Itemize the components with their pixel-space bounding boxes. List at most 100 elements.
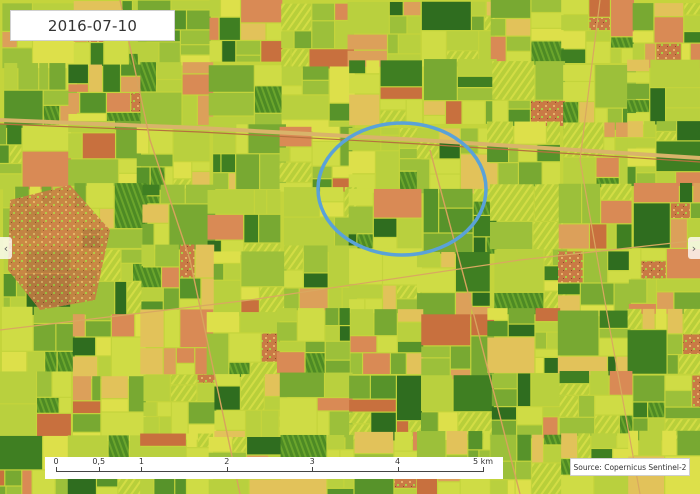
field-parcel [247, 437, 282, 455]
field-parcel [304, 273, 328, 288]
field-parcel [517, 434, 531, 461]
field-parcel [627, 121, 643, 138]
field-parcel [354, 431, 394, 454]
field-parcel [37, 397, 59, 413]
field-parcel [532, 434, 543, 463]
field-parcel [516, 461, 531, 480]
field-parcel [279, 398, 317, 438]
field-parcel [370, 375, 396, 399]
scale-bar: 0 0,5 1 2 3 4 5 km [45, 457, 503, 479]
field-parcel [468, 431, 483, 450]
field-parcel [213, 173, 228, 190]
field-parcel [641, 249, 666, 261]
field-parcel [655, 308, 667, 329]
field-parcel [632, 3, 654, 31]
field-parcel [129, 376, 146, 412]
field-parcel [0, 435, 43, 470]
field-parcel [453, 375, 494, 412]
field-parcel [261, 333, 280, 362]
field-parcel [22, 124, 72, 151]
field-parcel [424, 101, 445, 115]
map-viewer[interactable]: 2016-07-10 ‹ › 0 0,5 1 2 3 4 5 km Source… [0, 0, 700, 494]
field-parcel [6, 486, 22, 494]
field-parcel [517, 373, 531, 407]
field-parcel [328, 287, 342, 311]
field-parcel [457, 59, 497, 76]
field-parcel [281, 86, 302, 95]
field-parcel [421, 375, 453, 412]
field-parcel [182, 74, 214, 95]
field-parcel [192, 162, 210, 171]
next-image-arrow-icon[interactable]: › [688, 237, 700, 259]
scale-tick [56, 467, 57, 472]
field-parcel [561, 0, 589, 14]
field-parcel [349, 94, 380, 126]
field-parcel [197, 374, 217, 383]
field-parcel [492, 61, 535, 100]
field-parcel [309, 49, 354, 69]
field-parcel [450, 346, 471, 369]
field-parcel [561, 433, 578, 458]
field-parcel [366, 60, 380, 74]
field-parcel [533, 221, 563, 250]
field-parcel [544, 357, 561, 373]
field-parcel [276, 352, 305, 373]
field-parcel [241, 0, 283, 23]
field-parcel [684, 3, 700, 15]
field-parcel [519, 162, 542, 187]
field-parcel [494, 249, 544, 292]
field-parcel [586, 31, 610, 41]
scale-label-5-km: 5 km [472, 457, 494, 466]
field-parcel [160, 184, 185, 204]
field-parcel [59, 397, 71, 413]
scale-tick [312, 467, 314, 472]
field-parcel [498, 163, 518, 187]
scale-label-2: 2 [224, 457, 230, 466]
field-parcel [377, 336, 397, 353]
previous-image-arrow-icon[interactable]: ‹ [0, 237, 12, 259]
field-parcel [542, 162, 560, 187]
field-parcel [213, 264, 224, 280]
field-parcel [281, 95, 329, 120]
field-parcel [98, 356, 111, 379]
field-parcel [187, 433, 197, 448]
field-parcel [647, 279, 656, 303]
field-parcel [302, 80, 329, 95]
field-parcel [423, 188, 439, 233]
field-parcel [654, 17, 684, 43]
field-parcel [209, 41, 222, 62]
field-parcel [373, 218, 397, 237]
field-parcel [349, 375, 370, 399]
field-parcel [266, 23, 283, 40]
field-parcel [261, 41, 283, 62]
field-parcel [325, 360, 350, 373]
field-parcel [457, 76, 497, 87]
field-parcel [72, 414, 101, 432]
field-parcel [487, 337, 535, 373]
field-parcel [380, 100, 406, 110]
field-parcel [219, 17, 240, 40]
field-parcel [173, 162, 192, 179]
field-parcel [236, 154, 259, 190]
field-parcel [141, 244, 155, 267]
field-parcel [636, 167, 656, 173]
field-parcel [489, 184, 534, 221]
field-parcel [508, 324, 535, 337]
field-parcel [416, 159, 430, 194]
field-parcel [317, 398, 353, 411]
field-parcel [233, 437, 246, 452]
field-parcel [483, 431, 490, 450]
field-parcel [586, 42, 610, 63]
field-parcel [544, 434, 564, 445]
field-parcel [82, 133, 115, 159]
field-parcel [590, 371, 609, 395]
date-label: 2016-07-10 [10, 10, 175, 41]
field-parcel [407, 16, 421, 34]
field-parcel [345, 434, 354, 450]
field-parcel [181, 45, 211, 55]
field-parcel [140, 309, 164, 348]
field-parcel [627, 72, 650, 83]
ndvi-map-image [0, 0, 700, 494]
field-parcel [143, 374, 170, 402]
field-parcel [68, 93, 80, 113]
